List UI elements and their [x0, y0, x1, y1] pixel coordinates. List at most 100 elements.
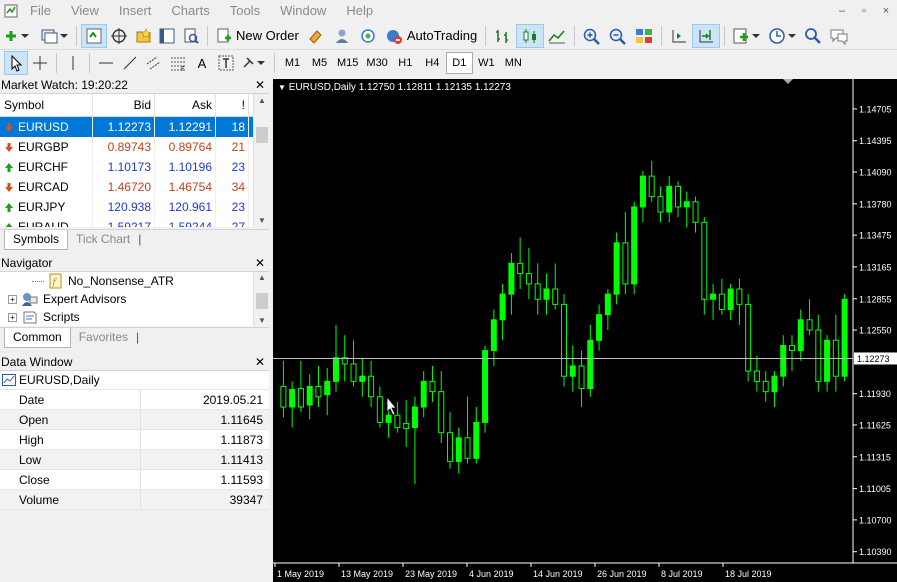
market-watch-row[interactable]: EURAUD 1.59217 1.59244 27 [0, 217, 269, 227]
expand-icon[interactable]: + [8, 294, 17, 304]
column-spread[interactable]: ! [216, 94, 249, 116]
market-watch-row[interactable]: EURCHF 1.10173 1.10196 23 [0, 157, 269, 177]
zoom-out-button[interactable] [605, 24, 631, 48]
data-window-row: Low 1.11413 [0, 450, 269, 470]
timeframe-d1-button[interactable]: D1 [445, 52, 473, 74]
menu-insert[interactable]: Insert [109, 0, 162, 22]
text-tool-button[interactable]: A [190, 51, 214, 75]
tab-symbols[interactable]: Symbols [4, 230, 69, 250]
navigator-scrollbar[interactable]: ▲ ▼ [253, 272, 269, 326]
bar-chart-button[interactable] [490, 24, 516, 48]
expert-advisors-icon [22, 293, 38, 306]
data-window-title-bar: Data Window ✕ [0, 354, 269, 371]
market-watch-row[interactable]: EURCAD 1.46720 1.46754 34 [0, 177, 269, 197]
timeframe-mn-button[interactable]: MN [500, 52, 527, 74]
text-label-tool-button[interactable] [214, 51, 238, 75]
timeframe-m15-button[interactable]: M15 [333, 52, 362, 74]
menu-file[interactable]: File [20, 0, 61, 22]
timeframe-m1-button[interactable]: M1 [279, 52, 306, 74]
close-button[interactable]: × [875, 0, 897, 22]
menu-help[interactable]: Help [336, 0, 383, 22]
chart-menu-icon[interactable]: ▼ [278, 83, 286, 92]
minimize-button[interactable]: – [831, 0, 853, 22]
spread-cell: 27 [216, 217, 249, 227]
navigator-scroll-thumb[interactable] [256, 293, 268, 309]
tree-item-no-nonsense-atr[interactable]: f No_Nonsense_ATR [32, 272, 174, 290]
menu-charts[interactable]: Charts [161, 0, 219, 22]
timeframe-m30-button[interactable]: M30 [362, 52, 391, 74]
market-watch-toggle-button[interactable] [81, 23, 107, 48]
auto-scroll-button[interactable] [692, 23, 721, 48]
chat-button[interactable] [825, 24, 853, 48]
tree-item-label: Expert Advisors [43, 292, 127, 306]
market-watch-scrollbar[interactable]: ▲ ▼ [253, 94, 269, 227]
new-order-button[interactable]: New Order [212, 24, 303, 48]
timeframe-m5-button[interactable]: M5 [306, 52, 333, 74]
menu-view[interactable]: View [61, 0, 109, 22]
metaeditor-button[interactable] [303, 24, 329, 48]
data-window-row: Close 1.11593 [0, 470, 269, 490]
ask-cell: 1.10196 [155, 157, 216, 177]
periods-button[interactable] [765, 24, 801, 48]
candle-body [824, 339, 831, 382]
menu-window[interactable]: Window [270, 0, 336, 22]
cursor-tool-button[interactable] [4, 51, 28, 75]
price-chart[interactable]: 1.14705 1.14395 1.14090 1.13780 1.13475 1.131… [273, 79, 897, 582]
signals-button[interactable] [329, 24, 355, 48]
navigator-close-button[interactable]: ✕ [255, 255, 265, 272]
timeframe-h1-button[interactable]: H1 [392, 52, 419, 74]
navigator-toggle-button[interactable] [131, 24, 155, 48]
tab-favorites[interactable]: Favorites [71, 328, 136, 348]
tile-windows-button[interactable] [631, 24, 657, 48]
zoom-in-button[interactable] [579, 24, 605, 48]
expand-icon[interactable]: + [8, 312, 17, 322]
toolbar-separator [89, 53, 90, 73]
fibonacci-tool-button[interactable]: F [166, 51, 190, 75]
tab-common[interactable]: Common [4, 328, 71, 348]
data-window-close-button[interactable]: ✕ [255, 354, 265, 371]
data-window-toggle-button[interactable] [107, 24, 131, 48]
market-watch-close-button[interactable]: ✕ [255, 77, 265, 94]
market-watch-scroll-thumb[interactable] [256, 127, 268, 143]
column-ask[interactable]: Ask [155, 94, 216, 116]
timeframe-h4-button[interactable]: H4 [419, 52, 446, 74]
candle-body [350, 363, 357, 382]
column-bid[interactable]: Bid [93, 94, 155, 116]
restore-button[interactable]: ▫ [853, 0, 875, 22]
new-chart-button[interactable] [0, 24, 36, 48]
candlestick-chart-button[interactable] [516, 23, 545, 48]
crosshair-tool-button[interactable] [28, 51, 52, 75]
candle-body [490, 319, 497, 352]
market-watch-row[interactable]: EURUSD 1.12273 1.12291 18 [0, 117, 269, 137]
vertical-line-tool-button[interactable] [61, 51, 85, 75]
arrows-tool-button[interactable] [238, 51, 270, 75]
line-chart-button[interactable] [544, 24, 570, 48]
candlestick-chart[interactable]: 1.14705 1.14395 1.14090 1.13780 1.13475 1.131… [273, 79, 897, 582]
app-menu-icon[interactable] [2, 2, 20, 20]
column-symbol[interactable]: Symbol [0, 94, 93, 116]
candle-body [482, 350, 489, 423]
navigator-title: Navigator [1, 256, 53, 270]
strategy-tester-button[interactable] [179, 24, 203, 48]
tree-item-scripts[interactable]: + Scripts [8, 308, 80, 326]
chart-shift-button[interactable] [666, 24, 692, 48]
trendline-tool-button[interactable] [118, 51, 142, 75]
data-window-symbol-row: EURUSD,Daily [0, 371, 269, 390]
indicators-button[interactable] [729, 24, 765, 48]
market-button[interactable] [355, 24, 381, 48]
market-watch-row[interactable]: EURGBP 0.89743 0.89764 21 [0, 137, 269, 157]
timeframe-w1-button[interactable]: W1 [473, 52, 500, 74]
horizontal-line-tool-button[interactable] [94, 51, 118, 75]
equidistant-channel-tool-button[interactable] [142, 51, 166, 75]
drawing-toolbar: F A M1 M5 M15 M30 H1 H4 D1 W1 MN [0, 50, 897, 76]
profiles-button[interactable] [36, 24, 72, 48]
market-watch-row[interactable]: EURJPY 120.938 120.961 23 [0, 197, 269, 217]
autotrading-button[interactable]: AutoTrading [381, 24, 481, 48]
terminal-toggle-button[interactable] [155, 24, 179, 48]
market-watch-rows: EURUSD 1.12273 1.12291 18 EURGBP 0.89743 0.897… [0, 117, 269, 227]
search-button[interactable] [801, 24, 825, 48]
menu-tools[interactable]: Tools [220, 0, 270, 22]
tree-item-expert-advisors[interactable]: + Expert Advisors [8, 290, 126, 308]
tab-tick-chart[interactable]: Tick Chart [68, 230, 138, 250]
svg-text:F: F [181, 66, 185, 72]
